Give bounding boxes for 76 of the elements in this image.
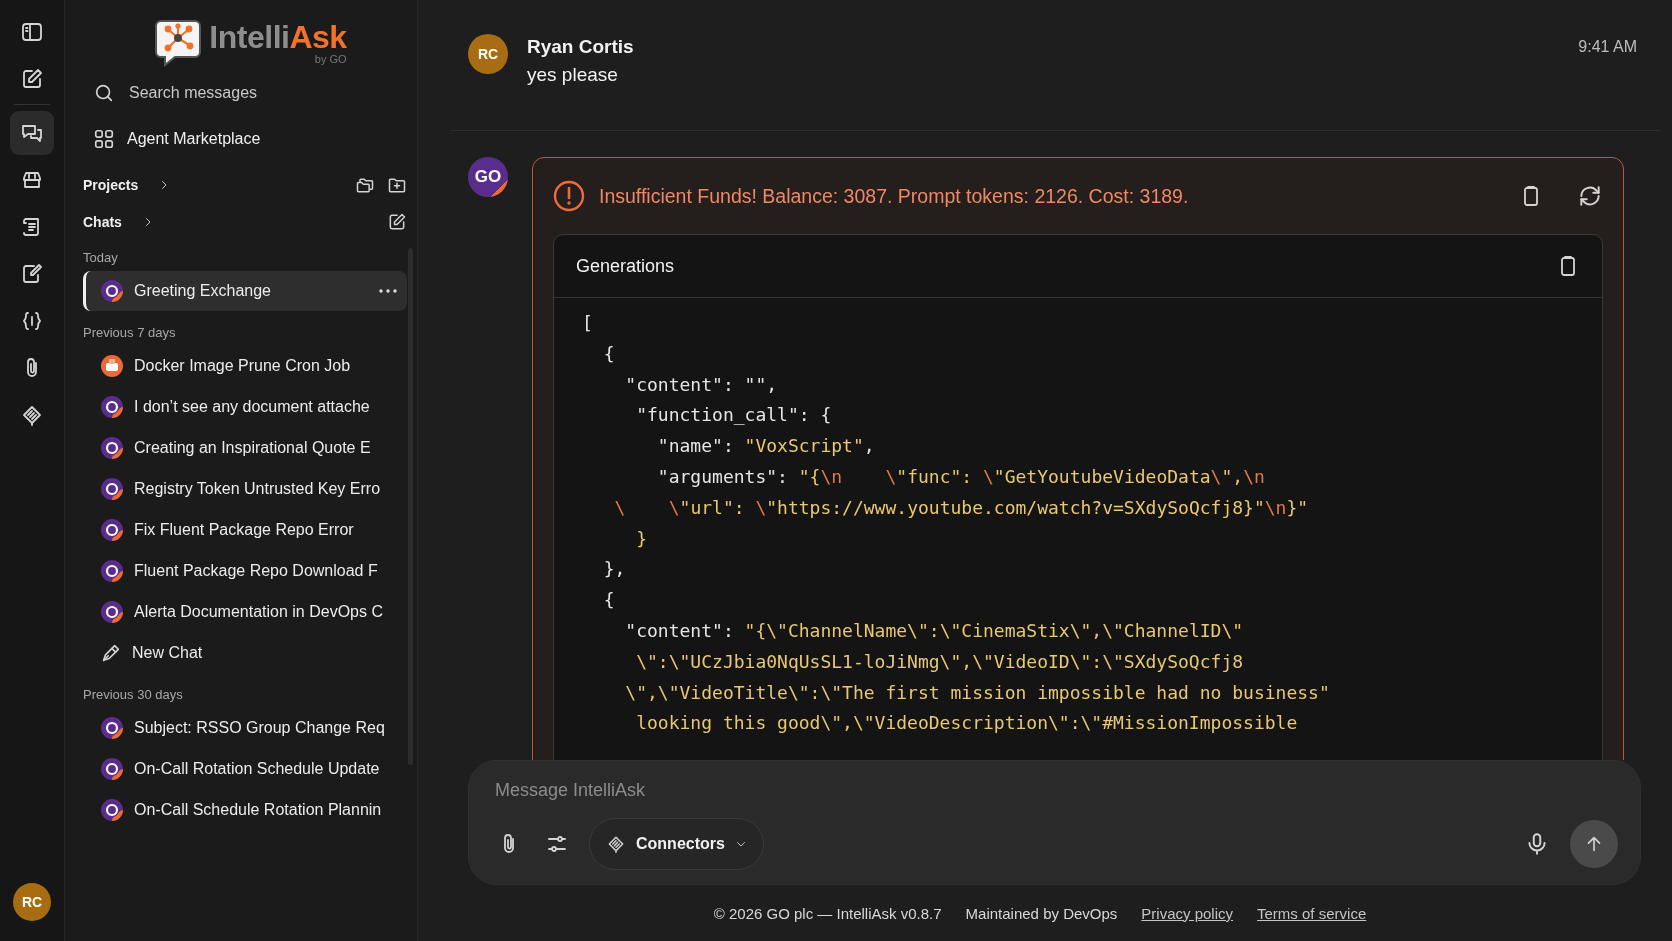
section-title[interactable]: Chats <box>83 213 122 230</box>
avatar-icon <box>100 279 124 303</box>
more-icon[interactable] <box>379 289 397 293</box>
chat-item[interactable]: New Chat <box>83 633 407 673</box>
group-label: Today <box>83 249 119 267</box>
alert-icon <box>553 180 585 212</box>
new-chat-icon[interactable] <box>387 211 407 232</box>
error-message: Insufficient Funds! Balance: 3087. Prompt tokens: 2126. Cost: 3189. <box>599 184 1190 208</box>
code-line: \":\"UCzJbia0NqUsSL1-loJiNmg\",\"VideoID\":\"SXdySoQcfj8 <box>635 649 1245 674</box>
code-line: \ \"url": \"https://www.youtube.com/watch?v=SXdySoQcfj8}"\n}" <box>613 495 1310 520</box>
assistant-avatar: GO <box>468 157 508 197</box>
chat-item[interactable]: On-Call Rotation Schedule Update <box>83 749 407 789</box>
copyright-text: © 2026 GO plc — IntelliAsk v0.8.7 <box>713 904 942 922</box>
code-line: "function_call": { <box>635 403 833 428</box>
author-name: Ryan Cortis <box>527 35 635 59</box>
edit-document-icon <box>20 262 44 286</box>
rail-button[interactable] <box>10 111 54 155</box>
refresh-icon <box>1577 183 1603 209</box>
grid-icon <box>93 128 115 150</box>
code-line: }, <box>602 557 627 582</box>
braces-icon <box>20 309 44 333</box>
chat-item[interactable]: Creating an Inspirational Quote E <box>83 428 407 468</box>
search-icon <box>93 82 115 104</box>
chat-item[interactable]: Subject: RSSO Group Change Req <box>83 708 407 748</box>
pen-icon <box>100 642 122 664</box>
chat-item[interactable]: Fix Fluent Package Repo Error <box>83 510 407 550</box>
avatar-icon <box>100 716 124 740</box>
maintainer-text: Maintained by DevOps <box>965 904 1118 922</box>
new-chat-icon <box>20 67 44 91</box>
logo-wordmark: IntelliAsk <box>209 19 347 54</box>
group-label: Previous 7 days <box>83 324 177 342</box>
chat-item[interactable]: On-Call Schedule Rotation Plannin <box>83 790 407 830</box>
code-line: } <box>635 526 649 551</box>
connector-icon <box>606 834 626 854</box>
code-line: "arguments": "{\n \"func": \"GetYoutubeVideoData\",\n <box>656 465 1266 489</box>
message-text: yes please <box>527 63 619 87</box>
code-line: \",\"VideoTitle\":\"The first mission impossible had no business" <box>624 680 1331 705</box>
user-avatar[interactable]: RC <box>13 883 51 921</box>
avatar-icon <box>100 559 124 583</box>
send-button[interactable] <box>1570 820 1618 868</box>
chat-item[interactable]: I don’t see any document attache <box>83 387 407 427</box>
avatar-icon <box>100 395 124 419</box>
code-line: [ <box>582 311 594 335</box>
sidebar-toggle-icon <box>20 20 44 44</box>
avatar-icon <box>100 518 124 542</box>
avatar-icon <box>100 798 124 822</box>
chat-item[interactable]: Alerta Documentation in DevOps C <box>83 592 407 632</box>
chat-item[interactable]: Docker Image Prune Cron Job <box>83 346 407 386</box>
chat-item[interactable]: Registry Token Untrusted Key Erro <box>83 469 407 509</box>
footer-link[interactable]: Terms of service <box>1257 904 1367 922</box>
code-line: { <box>602 588 616 613</box>
connector-icon <box>20 403 44 427</box>
chat-item[interactable]: Fluent Package Repo Download F <box>83 551 407 591</box>
avatar-icon <box>100 354 124 378</box>
avatar-icon <box>100 757 124 781</box>
code-line: "content": "{\"ChannelName\":\"CinemaStix\",\"ChannelID\" <box>624 618 1245 643</box>
logo-byline: by GO <box>314 53 347 65</box>
connectors-button[interactable]: Connectors <box>589 818 764 870</box>
chat-item[interactable]: Greeting Exchange <box>83 271 407 311</box>
code-line: "name": "VoxScript", <box>656 434 876 459</box>
agent-marketplace-link[interactable]: Agent Marketplace <box>127 130 261 148</box>
panel-title: Generations <box>576 255 676 277</box>
footer-link[interactable]: Privacy policy <box>1141 904 1234 922</box>
code-line: { <box>602 341 616 366</box>
section-title[interactable]: Projects <box>83 176 139 193</box>
group-label: Previous 30 days <box>83 686 184 704</box>
avatar-icon <box>100 436 124 460</box>
logo-icon <box>153 17 204 67</box>
message-time: 9:41 AM <box>1578 37 1637 57</box>
search-field[interactable]: Search messages <box>127 83 381 103</box>
code-line: looking this good\",\"VideoDescription\":\"#MissionImpossible <box>635 711 1299 736</box>
user-avatar: RC <box>468 34 508 74</box>
avatar-icon <box>100 477 124 501</box>
avatar-icon <box>100 600 124 624</box>
message-input[interactable]: Message IntelliAsk <box>493 779 1097 802</box>
code-line: "content": "", <box>624 372 779 397</box>
